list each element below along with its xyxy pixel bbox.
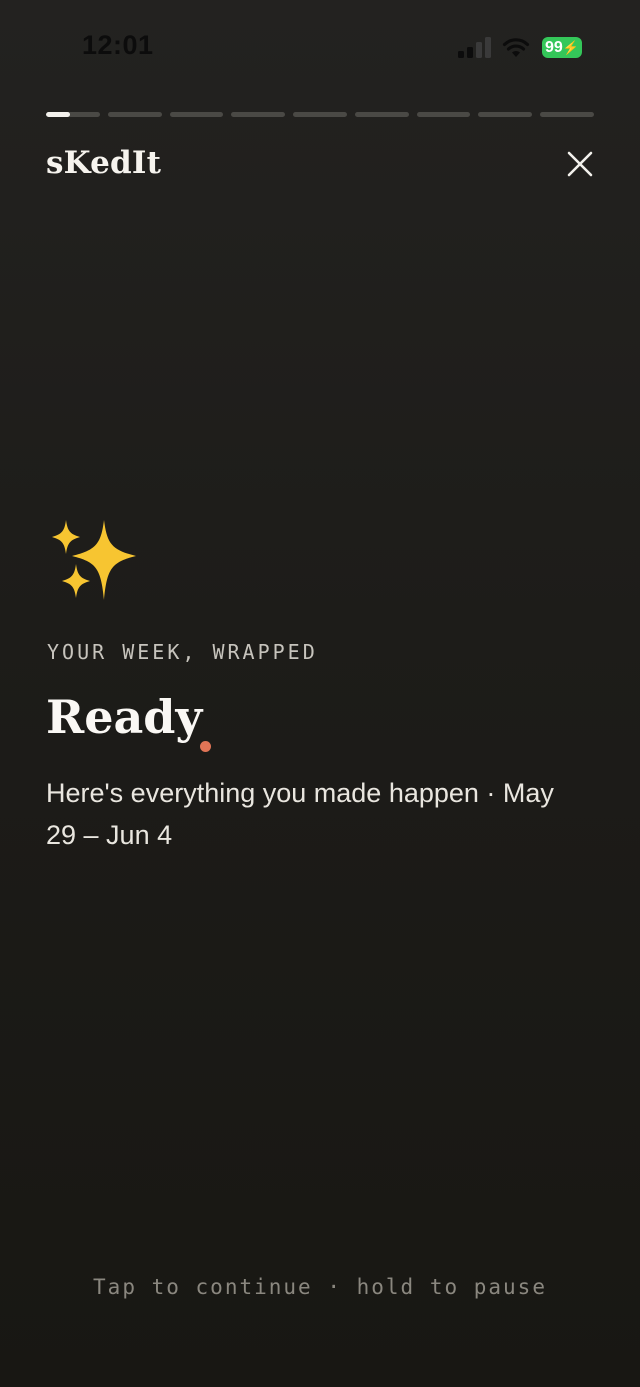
wifi-icon bbox=[502, 38, 530, 57]
progress-segment bbox=[46, 112, 100, 117]
eyebrow-label: YOUR WEEK, WRAPPED bbox=[47, 640, 318, 664]
charging-bolt-icon: ⚡ bbox=[562, 40, 579, 55]
progress-segment bbox=[293, 112, 347, 117]
progress-segment bbox=[478, 112, 533, 117]
cellular-signal-icon bbox=[458, 37, 491, 58]
progress-segment bbox=[169, 112, 224, 117]
progress-segment-fill bbox=[46, 112, 71, 117]
status-bar: 12:01 99⚡ bbox=[0, 0, 640, 96]
sparkles-icon bbox=[52, 520, 136, 600]
brand-logo: sKedIt bbox=[46, 145, 162, 181]
story-progress-bar bbox=[46, 112, 595, 117]
progress-segment bbox=[354, 112, 409, 117]
progress-segment bbox=[231, 112, 286, 117]
subtitle: Here's everything you made happen · May … bbox=[46, 778, 554, 850]
battery-level: 99 bbox=[545, 39, 563, 56]
progress-segment bbox=[107, 112, 162, 117]
continue-hint: Tap to continue · hold to pause bbox=[93, 1275, 547, 1299]
status-time: 12:01 bbox=[82, 30, 154, 60]
battery-indicator: 99⚡ bbox=[542, 37, 582, 58]
headline: Ready bbox=[46, 690, 203, 744]
close-icon[interactable] bbox=[565, 149, 595, 179]
typing-indicator-dot bbox=[200, 741, 211, 752]
progress-segment bbox=[540, 112, 595, 117]
progress-segment bbox=[416, 112, 471, 117]
